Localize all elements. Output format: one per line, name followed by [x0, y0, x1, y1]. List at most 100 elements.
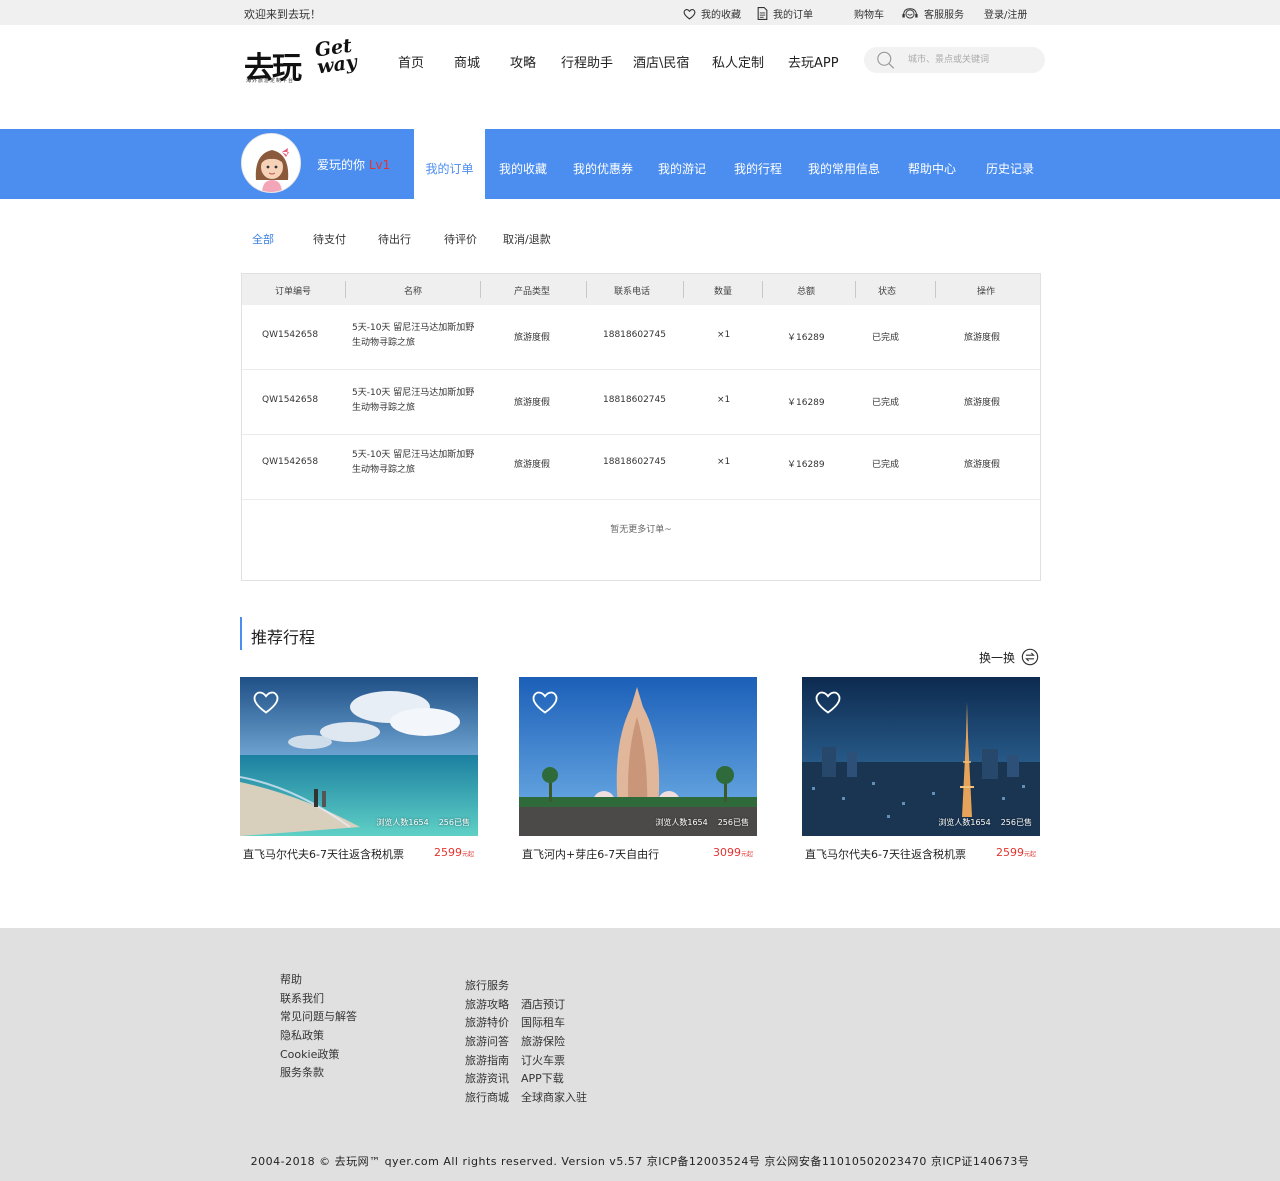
footer-link-row: 旅行商城 全球商家入驻	[465, 1089, 587, 1108]
footer-link[interactable]: 旅游特价	[465, 1014, 521, 1030]
footer-link[interactable]: 旅游保险	[521, 1033, 565, 1049]
search-box	[864, 47, 1045, 73]
tab-history[interactable]: 历史记录	[986, 160, 1034, 177]
my-orders-link[interactable]: 我的订单	[757, 6, 813, 21]
order-phone: 18818602745	[603, 395, 666, 405]
my-favorites-link[interactable]: 我的收藏	[683, 6, 741, 21]
col-quantity: 数量	[714, 287, 733, 297]
card-price-unit: 元起	[1023, 851, 1036, 858]
footer-link-cookie[interactable]: Cookie政策	[280, 1046, 357, 1065]
no-more-orders: 暂无更多订单~	[610, 525, 672, 535]
order-name[interactable]: 5天-10天 留尼汪马达加斯加野生动物寻踪之旅	[352, 386, 482, 416]
customer-service-link[interactable]: 客服服务	[901, 6, 964, 21]
footer-link-faq[interactable]: 常见问题与解答	[280, 1008, 357, 1027]
footer-link[interactable]: 酒店预订	[521, 996, 565, 1012]
order-action[interactable]: 旅游度假	[964, 395, 1000, 408]
order-type: 旅游度假	[514, 398, 551, 408]
footer-link[interactable]: 国际租车	[521, 1014, 565, 1030]
filter-pending-travel[interactable]: 待出行	[378, 231, 411, 247]
nav-guides[interactable]: 攻略	[510, 52, 536, 71]
card-title[interactable]: 直飞河内+芽庄6-7天自由行	[522, 846, 659, 862]
footer-link[interactable]: APP下载	[521, 1070, 564, 1086]
tab-my-itinerary[interactable]: 我的行程	[734, 160, 782, 177]
order-action[interactable]: 旅游度假	[964, 330, 1000, 343]
tab-my-orders[interactable]: 我的订单	[414, 129, 485, 199]
card-price: 2599元起	[434, 846, 474, 859]
filter-pending-payment[interactable]: 待支付	[313, 231, 346, 247]
card-image-city[interactable]: 浏览人数1654 256已售	[802, 677, 1040, 836]
tab-my-coupons[interactable]: 我的优惠券	[573, 160, 633, 177]
card-stats: 浏览人数1654 256已售	[938, 817, 1032, 828]
order-status: 已完成	[872, 333, 900, 343]
nav-private-custom[interactable]: 私人定制	[712, 52, 764, 71]
nav-app[interactable]: 去玩APP	[788, 52, 839, 71]
card-image-tower[interactable]: 浏览人数1654 256已售	[519, 677, 757, 836]
recommend-card[interactable]: 浏览人数1654 256已售 直飞马尔代夫6-7天往返含税机票 2599元起	[802, 677, 1040, 865]
table-row[interactable]: QW1542658 5天-10天 留尼汪马达加斯加野生动物寻踪之旅 旅游度假 1…	[242, 370, 1040, 435]
site-logo[interactable]: 去玩 Get way 海外旅游定制平台	[244, 35, 368, 86]
avatar[interactable]	[241, 133, 301, 193]
refresh-label: 换一换	[979, 650, 1016, 665]
nav-hotels[interactable]: 酒店\民宿	[633, 52, 689, 71]
card-price-unit: 元起	[461, 851, 474, 858]
document-icon	[757, 7, 768, 20]
footer-link-help[interactable]: 帮助	[280, 971, 357, 990]
footer-link[interactable]: 旅游指南	[465, 1052, 521, 1068]
footer-link[interactable]: 旅游资讯	[465, 1070, 521, 1086]
order-id: QW1542658	[262, 457, 319, 467]
nav-home[interactable]: 首页	[398, 52, 424, 71]
footer-link[interactable]: 旅行商城	[465, 1089, 521, 1105]
footer-link-terms[interactable]: 服务条款	[280, 1064, 357, 1083]
card-image-beach[interactable]: 浏览人数1654 256已售	[240, 677, 478, 836]
favorite-heart-icon[interactable]	[252, 689, 280, 715]
filter-all[interactable]: 全部	[252, 231, 274, 247]
order-phone: 18818602745	[603, 457, 666, 467]
logo-subtitle: 海外旅游定制平台	[246, 78, 295, 84]
order-name[interactable]: 5天-10天 留尼汪马达加斯加野生动物寻踪之旅	[352, 448, 482, 478]
table-row[interactable]: QW1542658 5天-10天 留尼汪马达加斯加野生动物寻踪之旅 旅游度假 1…	[242, 305, 1040, 370]
footer-link[interactable]: 全球商家入驻	[521, 1089, 587, 1105]
card-title[interactable]: 直飞马尔代夫6-7天往返含税机票	[243, 846, 404, 862]
filter-pending-review[interactable]: 待评价	[444, 231, 477, 247]
footer-link[interactable]: 旅游问答	[465, 1033, 521, 1049]
filter-cancel-refund[interactable]: 取消/退款	[503, 231, 551, 247]
order-action[interactable]: 旅游度假	[964, 457, 1000, 470]
my-orders-label: 我的订单	[773, 10, 813, 21]
col-status: 状态	[878, 287, 897, 297]
card-sold: 256已售	[717, 818, 749, 827]
login-register-link[interactable]: 登录/注册	[984, 6, 1027, 21]
refresh-button[interactable]: 换一换	[979, 648, 1039, 666]
tab-my-info[interactable]: 我的常用信息	[808, 160, 880, 177]
site-header: 去玩 Get way 海外旅游定制平台 首页 商城 攻略 行程助手 酒店\民宿 …	[0, 25, 1280, 129]
footer-link-contact[interactable]: 联系我们	[280, 990, 357, 1009]
card-title[interactable]: 直飞马尔代夫6-7天往返含税机票	[805, 846, 966, 862]
logo-en-text: Get way	[313, 34, 359, 79]
card-price: 3099元起	[713, 846, 753, 859]
recommend-card[interactable]: 浏览人数1654 256已售 直飞河内+芽庄6-7天自由行 3099元起	[519, 677, 757, 865]
footer-link-row: 旅游攻略 酒店预订	[465, 996, 587, 1015]
order-name[interactable]: 5天-10天 留尼汪马达加斯加野生动物寻踪之旅	[352, 321, 482, 351]
nav-mall[interactable]: 商城	[454, 52, 480, 71]
favorite-heart-icon[interactable]	[814, 689, 842, 715]
tab-help-center[interactable]: 帮助中心	[908, 160, 956, 177]
tab-my-favorites[interactable]: 我的收藏	[499, 160, 547, 177]
recommend-card[interactable]: 浏览人数1654 256已售 直飞马尔代夫6-7天往返含税机票 2599元起	[240, 677, 478, 865]
cart-link[interactable]: 购物车	[854, 6, 884, 21]
favorite-heart-icon[interactable]	[531, 689, 559, 715]
order-status: 已完成	[872, 398, 900, 408]
copyright-text: 2004-2018 © 去玩网™ qyer.com All rights res…	[250, 1155, 1030, 1168]
search-input[interactable]	[908, 51, 1038, 69]
card-sold: 256已售	[438, 818, 470, 827]
nav-trip-assistant[interactable]: 行程助手	[561, 52, 613, 71]
order-phone: 18818602745	[603, 330, 666, 340]
card-price-unit: 元起	[740, 851, 753, 858]
tab-my-travel-notes[interactable]: 我的游记	[658, 160, 706, 177]
table-row[interactable]: QW1542658 5天-10天 留尼汪马达加斯加野生动物寻踪之旅 旅游度假 1…	[242, 435, 1040, 500]
site-footer: 帮助 联系我们 常见问题与解答 隐私政策 Cookie政策 服务条款 旅行服务 …	[0, 928, 1280, 1181]
footer-link[interactable]: 订火车票	[521, 1052, 565, 1068]
headset-icon	[902, 7, 918, 19]
footer-link-privacy[interactable]: 隐私政策	[280, 1027, 357, 1046]
footer-link[interactable]: 旅游攻略	[465, 996, 521, 1012]
search-icon[interactable]	[876, 51, 896, 70]
order-id: QW1542658	[262, 330, 319, 340]
